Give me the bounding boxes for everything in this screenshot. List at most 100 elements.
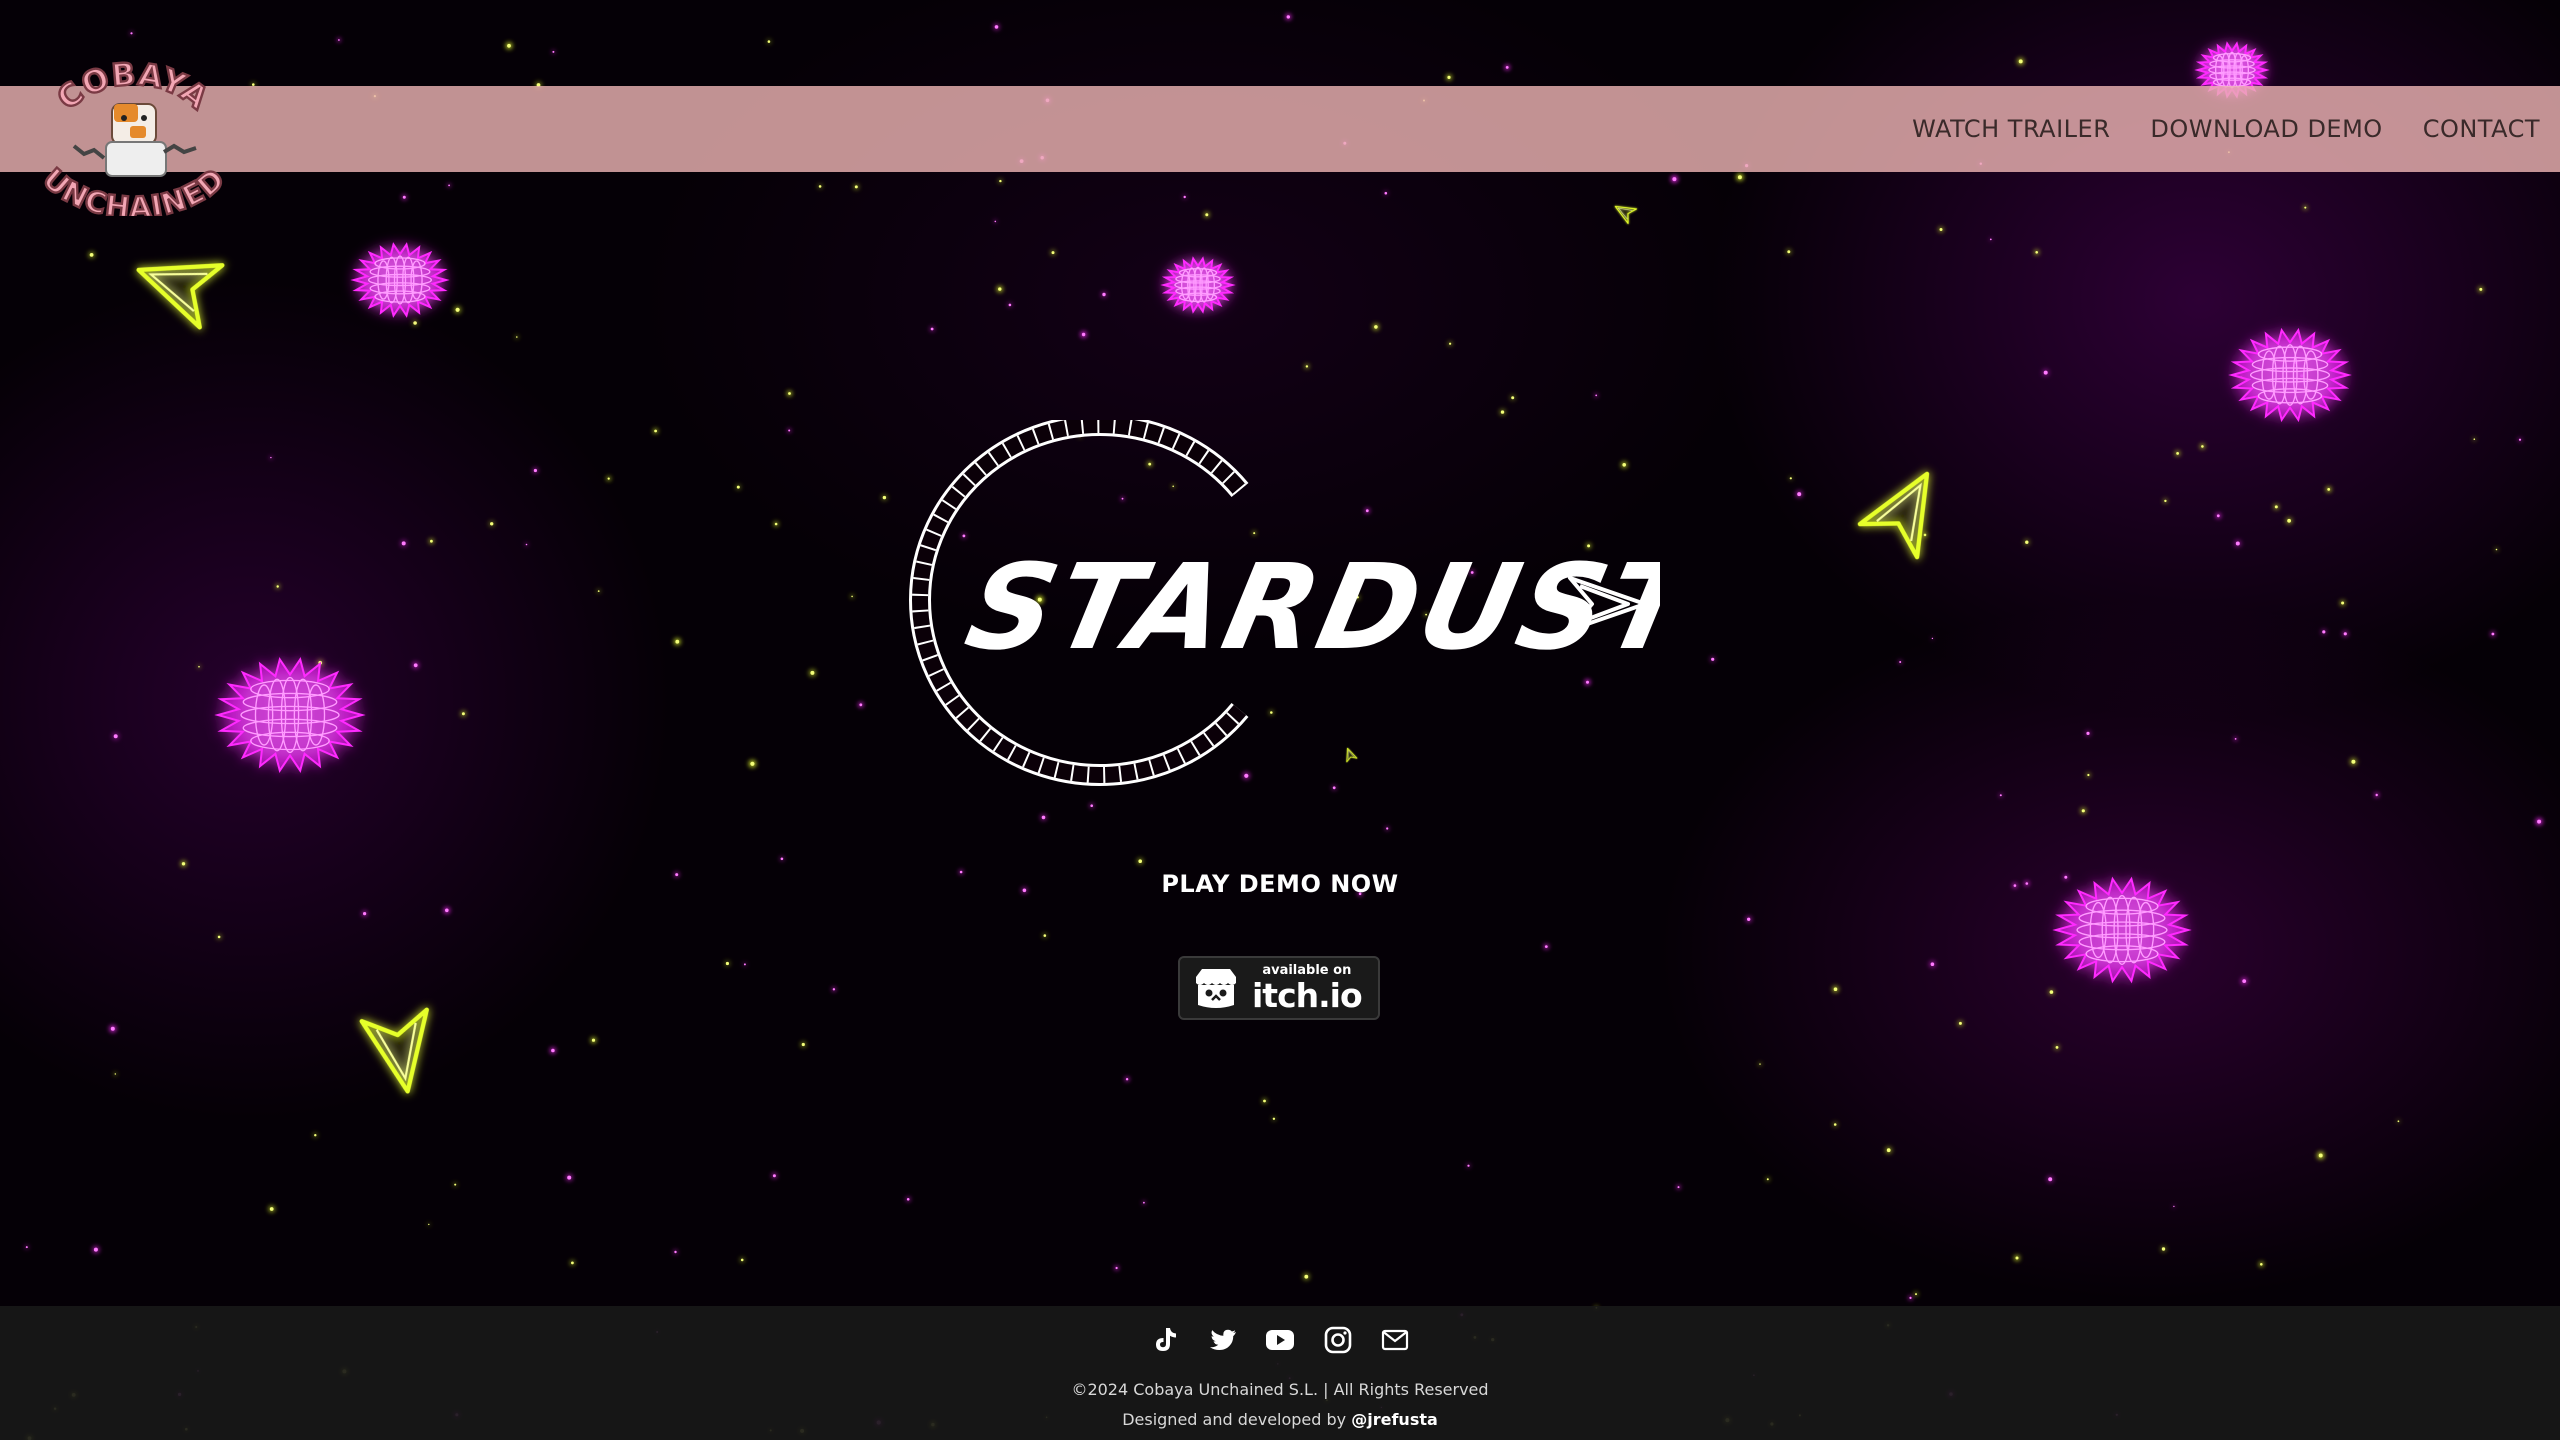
star-dot-core (93, 1247, 98, 1252)
star-dot-core (430, 539, 433, 543)
star-dot-core (591, 1038, 596, 1042)
star-dot-core (1500, 410, 1505, 414)
spiky-enemy-icon (2228, 327, 2352, 423)
star-dot-core (461, 712, 465, 716)
star-dot-core (1143, 1201, 1145, 1204)
cobaya-unchained-logo[interactable]: COBAYA UNCHAINED (14, 56, 250, 216)
star-dot-core (1041, 815, 1046, 820)
star-dot-core (1930, 962, 1935, 966)
tiktok-icon[interactable] (1150, 1325, 1180, 1355)
star-dot-core (1081, 332, 1086, 337)
star-dot-core (25, 1246, 28, 1249)
star-dot-core (2343, 632, 2347, 636)
star-dot-core (455, 307, 460, 312)
star-dot-core (767, 40, 771, 43)
star-dot-core (1449, 342, 1452, 345)
nav-contact[interactable]: CONTACT (2423, 115, 2540, 143)
star-dot-core (1051, 251, 1055, 255)
star-dot-core (1958, 1021, 1962, 1025)
star-dot-core (788, 429, 791, 432)
nav-download-demo[interactable]: DOWNLOAD DEMO (2150, 115, 2382, 143)
star-dot-core (2055, 1046, 2059, 1049)
star-dot-core (1797, 492, 1802, 497)
star-dot-core (428, 1223, 430, 1226)
star-dot-core (2013, 884, 2017, 887)
star-dot-core (2049, 990, 2054, 994)
star-dot-core (2164, 499, 2167, 503)
mail-icon[interactable] (1380, 1325, 1410, 1355)
star-dot-core (270, 456, 272, 459)
star-dot-core (533, 468, 538, 473)
star-dot-core (2201, 445, 2204, 448)
arrow-ship-icon (1614, 205, 1638, 225)
credits-handle-link[interactable]: @jrefusta (1351, 1410, 1438, 1429)
star-dot-core (1505, 66, 1509, 69)
page-background: COBAYA UNCHAINED WATCH TRAILER DOWNLOAD … (0, 0, 2560, 1440)
star-dot-core (1999, 794, 2002, 797)
star-dot-core (89, 253, 94, 257)
star-dot-core (525, 543, 528, 546)
star-dot-core (2161, 1247, 2166, 1251)
nav-watch-trailer[interactable]: WATCH TRAILER (1912, 115, 2110, 143)
star-dot-core (181, 862, 186, 866)
star-dot-core (1939, 228, 1943, 231)
itch-io-icon (1196, 969, 1236, 1008)
star-dot-core (1305, 365, 1309, 368)
star-dot-core (1544, 945, 1548, 948)
star-dot-core (607, 477, 610, 480)
arrow-ship-icon (136, 263, 225, 330)
star-dot-core (2173, 1205, 2175, 1208)
play-demo-heading: PLAY DEMO NOW (1161, 870, 1399, 898)
star-dot-core (2327, 488, 2331, 491)
star-dot-core (851, 595, 853, 598)
star-dot-core (2341, 601, 2345, 605)
star-dot-core (2491, 632, 2495, 636)
spiky-enemy-icon (214, 657, 366, 773)
star-dot-core (1931, 637, 1934, 640)
twitter-icon[interactable] (1208, 1325, 1238, 1355)
star-dot-core (743, 963, 746, 966)
star-dot-core (654, 429, 657, 433)
star-dot-core (740, 1258, 744, 1262)
star-dot-core (2035, 251, 2038, 254)
star-dot-core (1677, 1186, 1680, 1189)
main-nav: WATCH TRAILER DOWNLOAD DEMO CONTACT (1912, 86, 2540, 172)
star-dot-core (2304, 206, 2307, 209)
star-dot-core (454, 1183, 457, 1186)
spiky-enemy-icon (2052, 876, 2192, 984)
star-dot-core (402, 195, 406, 199)
star-dot-core (276, 585, 279, 588)
star-dot-core (2479, 287, 2483, 291)
star-dot-core (552, 50, 555, 53)
star-dot-core (1737, 175, 1742, 180)
instagram-icon[interactable] (1323, 1325, 1353, 1355)
star-dot-core (1384, 191, 1388, 195)
star-dot-core (2287, 518, 2292, 523)
star-dot-core (1789, 477, 1792, 480)
star-dot-core (2322, 630, 2326, 634)
star-dot-core (2274, 505, 2278, 509)
star-dot-core (2375, 793, 2378, 797)
star-dot-core (1711, 657, 1715, 661)
star-dot-core (363, 912, 367, 916)
star-dot-core (507, 43, 511, 48)
star-dot-core (130, 32, 133, 35)
star-dot-core (1467, 1164, 1470, 1167)
itch-io-badge[interactable]: available on itch.io (1178, 956, 1380, 1020)
youtube-icon[interactable] (1265, 1325, 1295, 1355)
star-dot-core (1272, 1117, 1276, 1121)
spiky-enemy-icon (350, 242, 450, 318)
star-dot-core (338, 39, 340, 41)
star-dot-core (1043, 934, 1047, 937)
star-dot-core (1909, 1296, 1912, 1299)
star-dot-core (774, 522, 778, 526)
star-dot-core (675, 873, 679, 877)
star-dot-core (906, 1198, 910, 1201)
star-dot-core (1022, 888, 1027, 893)
star-dot-core (2234, 738, 2237, 740)
star-dot-core (401, 541, 406, 546)
itch-badge-text: available on itch.io (1252, 964, 1363, 1012)
star-dot-core (2176, 452, 2180, 455)
star-dot-core (1286, 15, 1291, 19)
star-dot-core (832, 988, 836, 991)
